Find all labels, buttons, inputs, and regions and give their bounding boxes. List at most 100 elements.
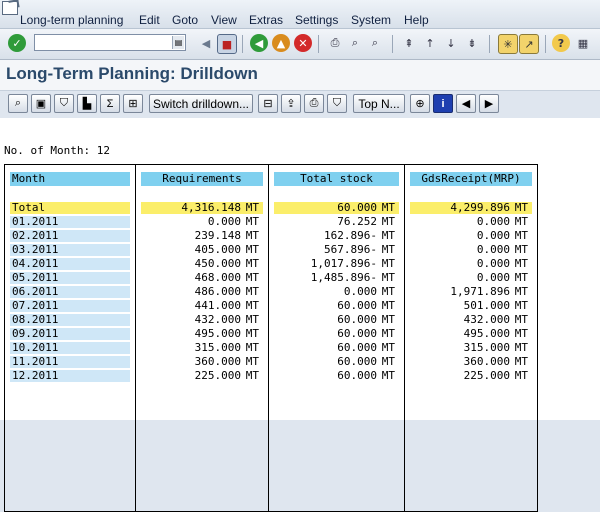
table-row-cell[interactable]: 60.000 MT <box>274 342 399 354</box>
table-row-cell[interactable]: 0.000 MT <box>410 244 532 256</box>
table-row-cell[interactable]: 239.148 MT <box>141 230 263 242</box>
print-icon[interactable]: ⎙ <box>326 34 344 52</box>
requirements-header[interactable]: Requirements <box>141 172 263 186</box>
menu-extras[interactable]: Extras <box>249 13 283 27</box>
table-row-cell[interactable]: 225.000 MT <box>410 370 532 382</box>
table-row-cell[interactable]: 11.2011 <box>10 356 130 368</box>
help-icon[interactable]: ? <box>552 34 570 52</box>
table-row-cell[interactable]: 495.000 MT <box>141 328 263 340</box>
table-row-cell[interactable]: 0.000 MT <box>410 216 532 228</box>
table-row-cell[interactable]: 04.2011 <box>10 258 130 270</box>
exit-icon[interactable]: ▲ <box>272 34 290 52</box>
gds-receipt-header[interactable]: GdsReceipt(MRP) <box>410 172 532 186</box>
table-row-cell[interactable]: 01.2011 <box>10 216 130 228</box>
table-row-cell[interactable]: 0.000 MT <box>410 230 532 242</box>
table-row-cell[interactable]: 10.2011 <box>10 342 130 354</box>
table-row-cell[interactable]: 06.2011 <box>10 286 130 298</box>
table-row-cell[interactable]: 60.000 MT <box>274 370 399 382</box>
table-row-cell[interactable]: 05.2011 <box>10 272 130 284</box>
top-n-button[interactable]: Top N... <box>353 94 405 113</box>
table-row-cell[interactable]: 03.2011 <box>10 244 130 256</box>
previous-icon[interactable]: ◀ <box>456 94 476 113</box>
next-page-icon[interactable]: ↓ <box>442 34 460 52</box>
table-row-cell[interactable]: 495.000 MT <box>410 328 532 340</box>
table-row-cell[interactable]: 07.2011 <box>10 300 130 312</box>
cancel-icon[interactable]: ✕ <box>294 34 312 52</box>
table-row-cell[interactable]: 60.000 MT <box>274 356 399 368</box>
save-icon[interactable]: ■ <box>217 34 237 54</box>
table-row-cell[interactable]: 360.000 MT <box>410 356 532 368</box>
back-icon[interactable]: ◀ <box>250 34 268 52</box>
table-row-cell[interactable]: 162.896- MT <box>274 230 399 242</box>
sum-icon[interactable]: Σ <box>100 94 120 113</box>
system-menu-icon[interactable] <box>2 1 18 15</box>
next-icon[interactable]: ▶ <box>479 94 499 113</box>
menu-view[interactable]: View <box>211 13 237 27</box>
enter-icon[interactable]: ✓ <box>8 34 26 52</box>
display-icon[interactable]: ▣ <box>31 94 51 113</box>
table-row-cell[interactable]: 02.2011 <box>10 230 130 242</box>
menu-help[interactable]: Help <box>404 13 429 27</box>
table-row-cell[interactable]: 567.896- MT <box>274 244 399 256</box>
table-row-cell[interactable]: 0.000 MT <box>274 286 399 298</box>
calculator-icon[interactable]: ⊕ <box>410 94 430 113</box>
filter-icon[interactable]: ⛉ <box>54 94 74 113</box>
table-row-cell[interactable]: 225.000 MT <box>141 370 263 382</box>
table-row-cell[interactable]: 12.2011 <box>10 370 130 382</box>
find-icon[interactable]: ⌕ <box>346 34 364 52</box>
table-row-cell[interactable]: 315.000 MT <box>410 342 532 354</box>
table-row-cell[interactable]: 468.000 MT <box>141 272 263 284</box>
table-row-cell[interactable]: 450.000 MT <box>141 258 263 270</box>
menu-settings[interactable]: Settings <box>295 13 338 27</box>
table-row-cell[interactable]: 08.2011 <box>10 314 130 326</box>
total-row-cell[interactable]: 4,299.896 MT <box>410 202 532 214</box>
total-row-cell[interactable]: 60.000 MT <box>274 202 399 214</box>
total-stock-header[interactable]: Total stock <box>274 172 399 186</box>
table-row-cell[interactable]: 60.000 MT <box>274 300 399 312</box>
table-row-cell[interactable]: 1,971.896 MT <box>410 286 532 298</box>
command-history-icon[interactable]: ▤ <box>172 36 184 49</box>
table-row-cell[interactable]: 60.000 MT <box>274 314 399 326</box>
layout-icon[interactable]: ⊟ <box>258 94 278 113</box>
menu-system[interactable]: System <box>351 13 391 27</box>
table-row-cell[interactable]: 432.000 MT <box>141 314 263 326</box>
find-next-icon[interactable]: ⌕ <box>366 34 384 52</box>
table-row-cell[interactable]: 0.000 MT <box>141 216 263 228</box>
table-row-cell[interactable]: 09.2011 <box>10 328 130 340</box>
menu-goto[interactable]: Goto <box>172 13 198 27</box>
table-row-cell[interactable]: 360.000 MT <box>141 356 263 368</box>
collapse-icon[interactable]: ◀ <box>197 34 215 52</box>
table-row-cell[interactable]: 405.000 MT <box>141 244 263 256</box>
customize-layout-icon[interactable]: ▦ <box>574 34 592 52</box>
previous-page-icon[interactable]: ↑ <box>421 34 439 52</box>
total-row-cell[interactable]: 4,316.148 MT <box>141 202 263 214</box>
table-row-cell[interactable]: 76.252 MT <box>274 216 399 228</box>
export-icon[interactable]: ⇪ <box>281 94 301 113</box>
select-filter-icon[interactable]: ⛉ <box>327 94 347 113</box>
table-row-cell[interactable]: 1,017.896- MT <box>274 258 399 270</box>
shortcut-icon[interactable]: ↗ <box>519 34 539 54</box>
table-row-cell[interactable]: 315.000 MT <box>141 342 263 354</box>
first-page-icon[interactable]: ⇞ <box>400 34 418 52</box>
table-row-cell[interactable]: 0.000 MT <box>410 258 532 270</box>
table-row-cell[interactable]: 486.000 MT <box>141 286 263 298</box>
table-row-cell[interactable]: 432.000 MT <box>410 314 532 326</box>
last-page-icon[interactable]: ⇟ <box>463 34 481 52</box>
total-row-cell[interactable]: Total <box>10 202 130 214</box>
month-header[interactable]: Month <box>10 172 130 186</box>
table-row-cell[interactable]: 441.000 MT <box>141 300 263 312</box>
switch-drilldown-button[interactable]: Switch drilldown... <box>149 94 253 113</box>
table-row-cell[interactable]: 501.000 MT <box>410 300 532 312</box>
menu-long-term-planning[interactable]: Long-term planning <box>20 13 123 27</box>
print-list-icon[interactable]: ⎙ <box>304 94 324 113</box>
info-icon[interactable]: i <box>433 94 453 113</box>
command-field[interactable]: ▤ <box>34 34 186 51</box>
hierarchy-icon[interactable]: ⊞ <box>123 94 143 113</box>
table-row-cell[interactable]: 0.000 MT <box>410 272 532 284</box>
detail-icon[interactable]: ⌕ <box>8 94 28 113</box>
chart-icon[interactable]: ▙ <box>77 94 97 113</box>
create-session-icon[interactable]: ✳ <box>498 34 518 54</box>
table-row-cell[interactable]: 1,485.896- MT <box>274 272 399 284</box>
table-row-cell[interactable]: 60.000 MT <box>274 328 399 340</box>
menu-edit[interactable]: Edit <box>139 13 160 27</box>
